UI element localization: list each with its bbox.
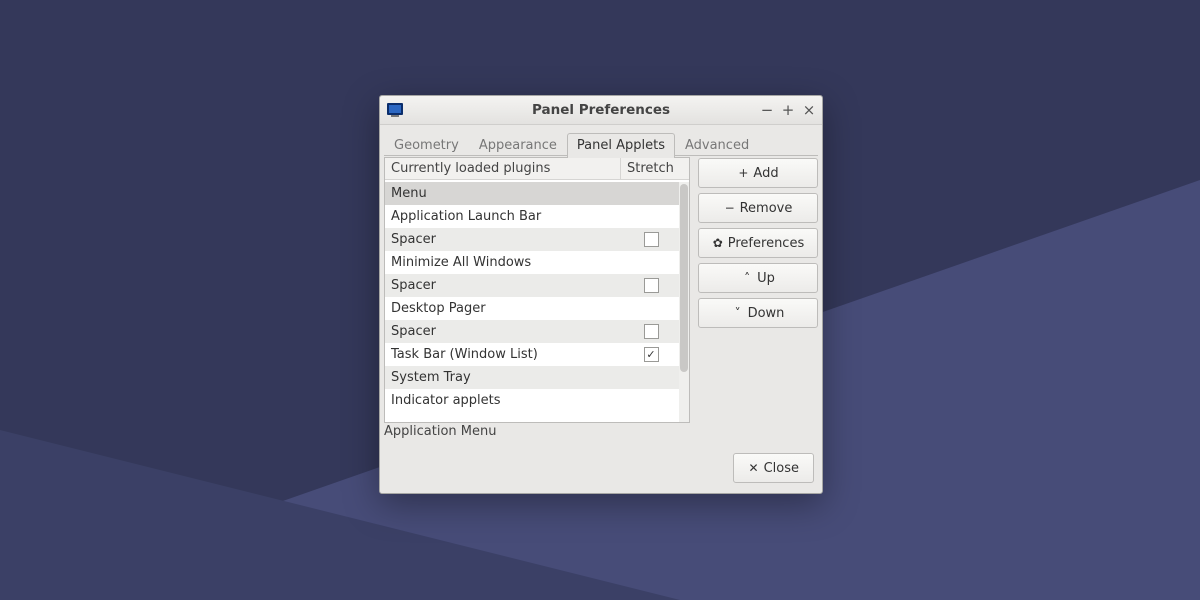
- plugin-row[interactable]: System Tray: [385, 366, 679, 389]
- stretch-checkbox[interactable]: ✓: [644, 347, 659, 362]
- stretch-checkbox[interactable]: [644, 232, 659, 247]
- plugin-action-buttons: +Add −Remove ✿Preferences ˄Up ˅Down: [698, 157, 818, 443]
- plugin-row[interactable]: Menu: [385, 182, 679, 205]
- maximize-button[interactable]: +: [781, 103, 795, 118]
- plugin-row[interactable]: Indicator applets: [385, 389, 679, 412]
- app-icon: [386, 101, 404, 119]
- tab-panel-applets[interactable]: Panel Applets: [567, 133, 675, 157]
- close-button[interactable]: ✕Close: [733, 453, 814, 483]
- title-bar[interactable]: Panel Preferences − + ×: [380, 96, 822, 125]
- selected-plugin-detail: Application Menu: [384, 423, 690, 443]
- gear-icon: ✿: [712, 236, 724, 250]
- close-icon: ✕: [748, 461, 760, 475]
- plugin-row-name: Spacer: [385, 232, 623, 247]
- plugin-list-scrollbar[interactable]: [679, 182, 689, 422]
- plugin-row[interactable]: Application Launch Bar: [385, 205, 679, 228]
- plugin-row-name: Spacer: [385, 278, 623, 293]
- minus-icon: −: [724, 201, 736, 215]
- plugin-row[interactable]: Spacer: [385, 274, 679, 297]
- chevron-up-icon: ˄: [741, 271, 753, 285]
- tab-appearance[interactable]: Appearance: [469, 133, 567, 157]
- chevron-down-icon: ˅: [732, 306, 744, 320]
- plugin-row-name: Task Bar (Window List): [385, 347, 623, 362]
- plugin-row-name: Minimize All Windows: [385, 255, 623, 270]
- remove-button[interactable]: −Remove: [698, 193, 818, 223]
- plugin-row-name: Desktop Pager: [385, 301, 623, 316]
- close-window-button[interactable]: ×: [802, 103, 816, 118]
- window-title: Panel Preferences: [380, 102, 822, 118]
- minimize-button[interactable]: −: [760, 103, 774, 118]
- plugin-row-stretch-cell: [623, 278, 679, 293]
- column-stretch-header[interactable]: Stretch: [621, 158, 689, 179]
- plugin-row-stretch-cell: ✓: [623, 347, 679, 362]
- scrollbar-thumb[interactable]: [680, 184, 688, 372]
- plugin-row-stretch-cell: [623, 232, 679, 247]
- plugin-row-stretch-cell: [623, 324, 679, 339]
- plugin-list-header[interactable]: Currently loaded plugins Stretch: [385, 158, 689, 180]
- plugin-row[interactable]: Spacer: [385, 228, 679, 251]
- plugin-row-name: System Tray: [385, 370, 623, 385]
- plugin-list[interactable]: Currently loaded plugins Stretch Menu App…: [384, 157, 690, 423]
- plugin-row-name: Spacer: [385, 324, 623, 339]
- panel-preferences-window: Panel Preferences − + × GeometryAppearan…: [379, 95, 823, 494]
- plugin-row[interactable]: Desktop Pager: [385, 297, 679, 320]
- plugin-row-name: Menu: [385, 186, 623, 201]
- stretch-checkbox[interactable]: [644, 278, 659, 293]
- plugin-row[interactable]: Task Bar (Window List) ✓: [385, 343, 679, 366]
- move-down-button[interactable]: ˅Down: [698, 298, 818, 328]
- add-button[interactable]: +Add: [698, 158, 818, 188]
- plus-icon: +: [737, 166, 749, 180]
- plugin-row[interactable]: Minimize All Windows: [385, 251, 679, 274]
- plugin-row-name: Indicator applets: [385, 393, 623, 408]
- tab-geometry[interactable]: Geometry: [384, 133, 469, 157]
- column-name-header[interactable]: Currently loaded plugins: [385, 158, 621, 179]
- tabs: GeometryAppearancePanel AppletsAdvanced: [380, 125, 822, 156]
- tab-advanced[interactable]: Advanced: [675, 133, 759, 157]
- plugin-row[interactable]: Spacer: [385, 320, 679, 343]
- stretch-checkbox[interactable]: [644, 324, 659, 339]
- plugin-row-name: Application Launch Bar: [385, 209, 623, 224]
- preferences-button[interactable]: ✿Preferences: [698, 228, 818, 258]
- move-up-button[interactable]: ˄Up: [698, 263, 818, 293]
